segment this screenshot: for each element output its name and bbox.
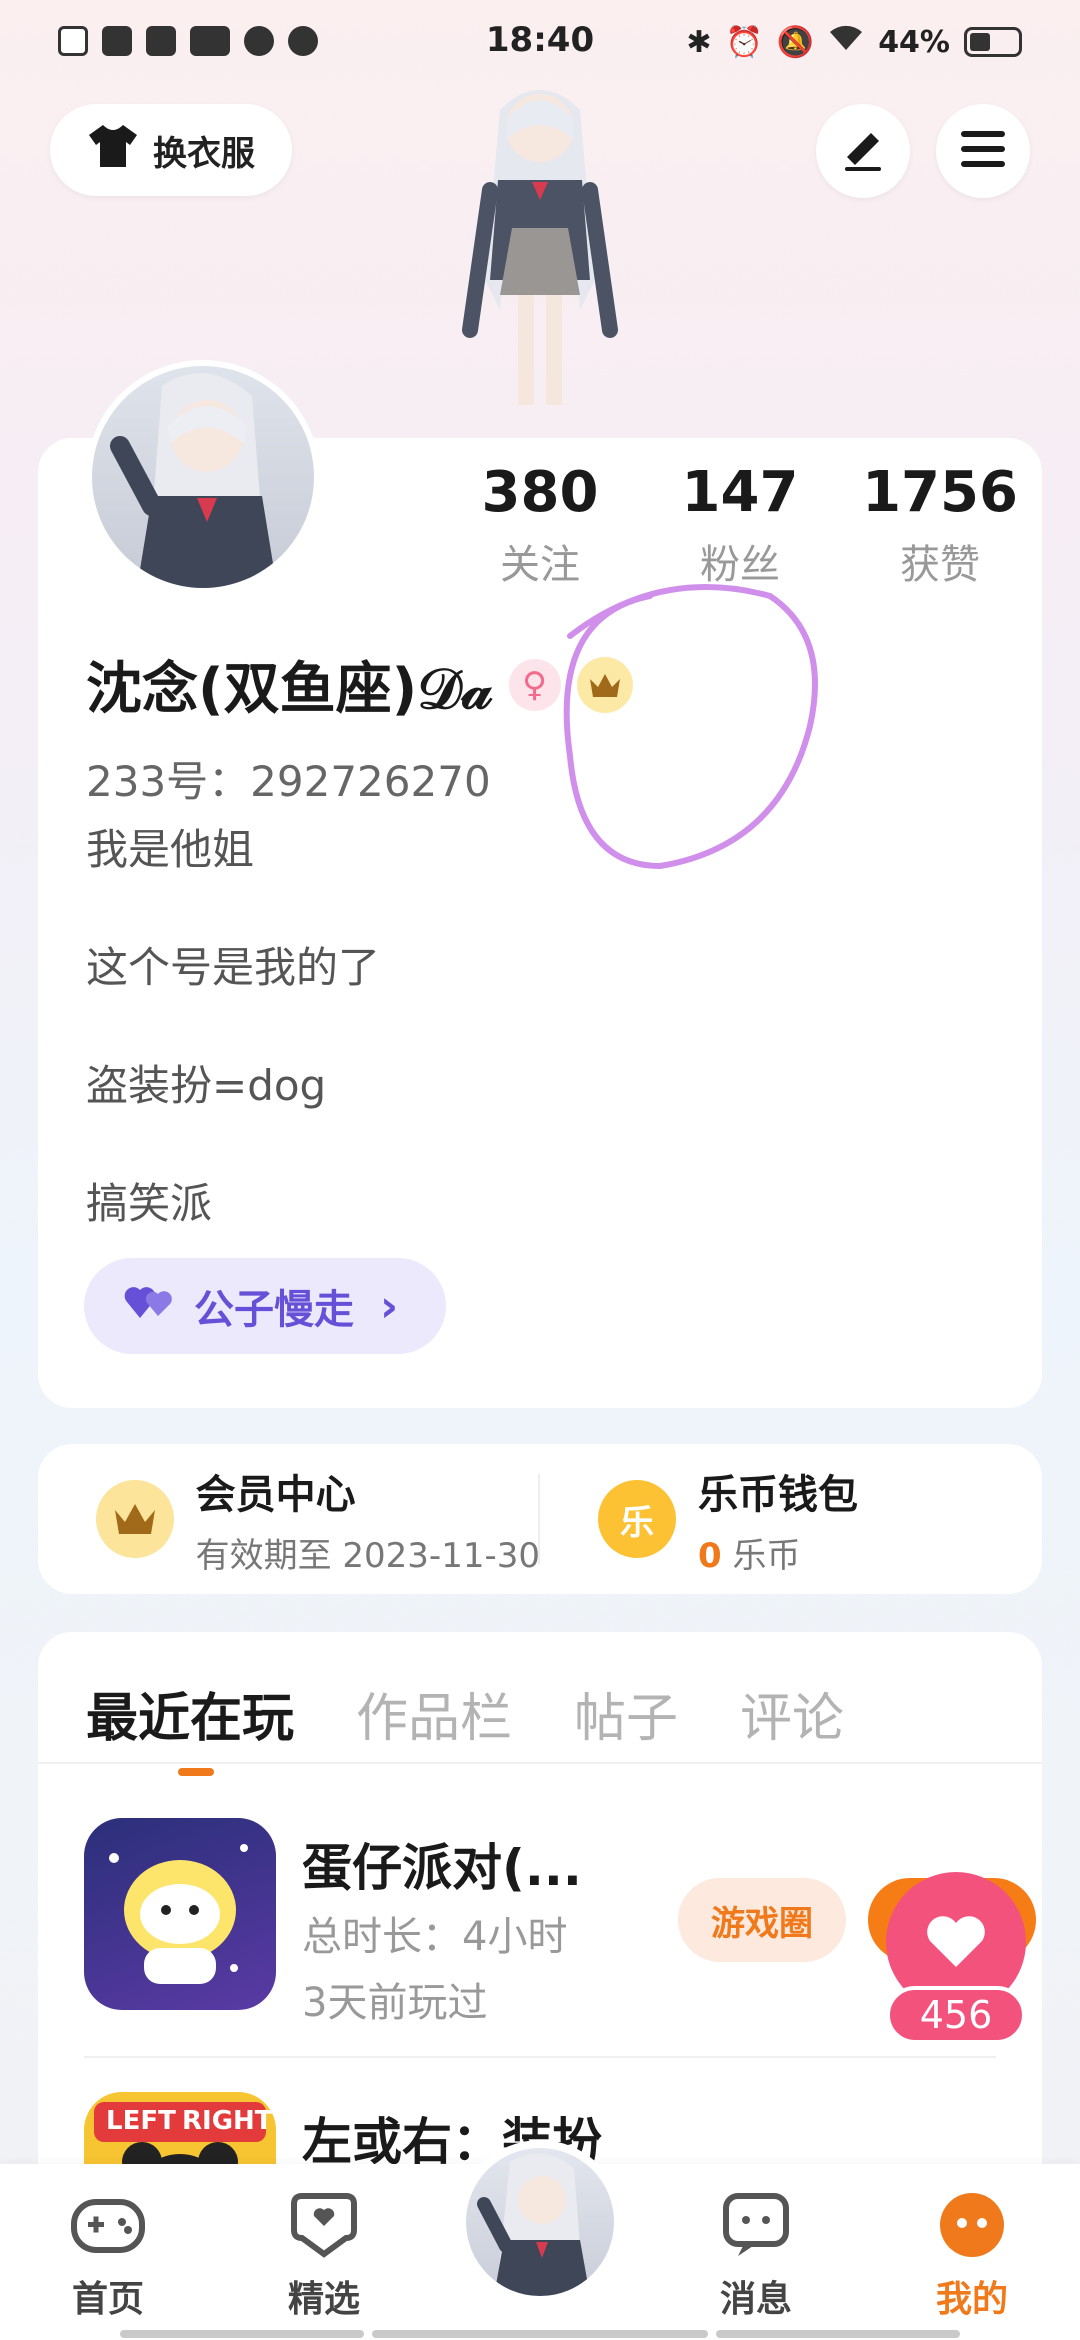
tab-posts[interactable]: 帖子: [574, 1676, 678, 1751]
status-bar: 18:40 ✱ ⏰ 🔕 44%: [0, 0, 1080, 84]
nav-label: 精选: [287, 2279, 360, 2320]
battery-icon: [964, 27, 1022, 57]
game-thumbnail: [84, 1818, 276, 2010]
coin-icon: 乐: [598, 1480, 676, 1558]
profile-tabs: 最近在玩 作品栏 帖子 评论: [86, 1676, 844, 1776]
crown-icon: [96, 1480, 174, 1558]
tab-recent-played[interactable]: 最近在玩: [86, 1676, 294, 1776]
bluetooth-icon: ✱: [686, 24, 712, 60]
profile-bio: 我是他姐 这个号是我的了 盗装扮=dog 搞笑派: [86, 820, 380, 1292]
coin-amount: 0: [698, 1535, 722, 1576]
heart-chat-icon: [286, 2190, 362, 2260]
member-expiry: 有效期至 2023-11-30: [195, 1535, 540, 1576]
like-float-button[interactable]: 456: [886, 1872, 1026, 2052]
profile-stats: 380 关注 147 粉丝 1756 获赞: [440, 458, 1040, 590]
alarm-icon: ⏰: [725, 24, 763, 60]
coin-unit: 乐币: [732, 1535, 801, 1576]
stat-value: 147: [681, 460, 799, 525]
game-circle-button[interactable]: 游戏圈: [678, 1878, 846, 1962]
game-thumbnail-text: LEFT: [106, 2106, 176, 2136]
stat-label: 获赞: [900, 542, 980, 588]
like-count: 456: [886, 1986, 1026, 2044]
cp-relationship-button[interactable]: 公子慢走 ›: [84, 1258, 446, 1354]
stat-followers[interactable]: 147 粉丝: [640, 458, 840, 590]
game-title: 蛋仔派对(...: [302, 1839, 582, 1897]
character-figure[interactable]: [420, 80, 660, 440]
coin-wallet-title: 乐币钱包: [698, 1471, 858, 1518]
crown-icon[interactable]: [576, 656, 633, 713]
message-icon: [718, 2190, 794, 2260]
coin-balance: 0 乐币: [698, 1528, 858, 1577]
profile-name-row: 沈念(双鱼座)𝒟𝒶 ♀: [86, 644, 633, 725]
female-icon: ♀: [508, 658, 561, 711]
battery-percent: 44%: [878, 24, 950, 60]
nav-featured[interactable]: 精选: [254, 2190, 394, 2322]
edit-button[interactable]: [816, 104, 910, 198]
member-wallet-card: 会员中心 有效期至 2023-11-30 乐 乐币钱包 0 乐币: [38, 1444, 1042, 1594]
nav-mine[interactable]: 我的: [902, 2190, 1042, 2322]
stat-value: 1756: [862, 460, 1018, 525]
mute-icon: 🔕: [776, 24, 815, 60]
divider: [84, 2056, 996, 2058]
bio-line: 这个号是我的了: [86, 943, 381, 992]
tab-works[interactable]: 作品栏: [356, 1676, 512, 1751]
stat-value: 380: [481, 460, 599, 525]
menu-button[interactable]: [936, 104, 1030, 198]
menu-icon: [959, 129, 1007, 173]
nav-label: 我的: [935, 2279, 1008, 2320]
user-id[interactable]: 233号：292726270: [86, 748, 491, 809]
divider: [38, 1762, 1042, 1764]
nav-home[interactable]: 首页: [38, 2190, 178, 2322]
coin-wallet-button[interactable]: 乐 乐币钱包 0 乐币: [540, 1444, 1042, 1594]
nav-label: 消息: [719, 2279, 792, 2320]
center-avatar-button[interactable]: [458, 2140, 622, 2304]
wifi-icon: [828, 24, 864, 60]
nav-messages[interactable]: 消息: [686, 2190, 826, 2322]
stat-following[interactable]: 380 关注: [440, 458, 640, 590]
game-row[interactable]: 蛋仔派对(... 总时长：4小时 3天前玩过 游戏圈 玩: [84, 1818, 1036, 2026]
gamepad-icon: [70, 2190, 146, 2260]
game-thumbnail-text: RIGHT: [182, 2106, 273, 2136]
gesture-bar: [120, 2330, 364, 2338]
edit-icon: [839, 125, 887, 177]
profile-face-icon: [934, 2190, 1010, 2260]
change-outfit-button[interactable]: 换衣服: [50, 104, 292, 196]
shirt-icon: [87, 123, 139, 178]
game-last-played: 3天前玩过: [302, 1980, 488, 2026]
gesture-bar: [716, 2330, 960, 2338]
bio-line: 盗装扮=dog: [86, 1061, 327, 1110]
member-center-title: 会员中心: [195, 1471, 356, 1518]
change-outfit-label: 换衣服: [153, 133, 255, 174]
nav-label: 首页: [71, 2279, 144, 2320]
avatar[interactable]: [86, 360, 320, 594]
stat-label: 粉丝: [700, 542, 780, 588]
gesture-bar: [372, 2330, 708, 2338]
stat-likes[interactable]: 1756 获赞: [840, 458, 1040, 590]
tab-comments[interactable]: 评论: [740, 1676, 844, 1751]
hearts-icon: [124, 1282, 174, 1330]
cp-label: 公子慢走: [194, 1287, 354, 1333]
status-indicators: ✱ ⏰ 🔕 44%: [686, 24, 1022, 60]
chevron-right-icon: ›: [380, 1280, 399, 1332]
coin-icon-char: 乐: [620, 1502, 654, 1543]
member-center-button[interactable]: 会员中心 有效期至 2023-11-30: [38, 1444, 540, 1594]
stat-label: 关注: [500, 542, 580, 588]
bio-line: 我是他姐: [86, 825, 255, 874]
profile-name: 沈念(双鱼座)𝒟𝒶: [86, 657, 493, 722]
game-duration: 总时长：4小时: [302, 1914, 568, 1960]
